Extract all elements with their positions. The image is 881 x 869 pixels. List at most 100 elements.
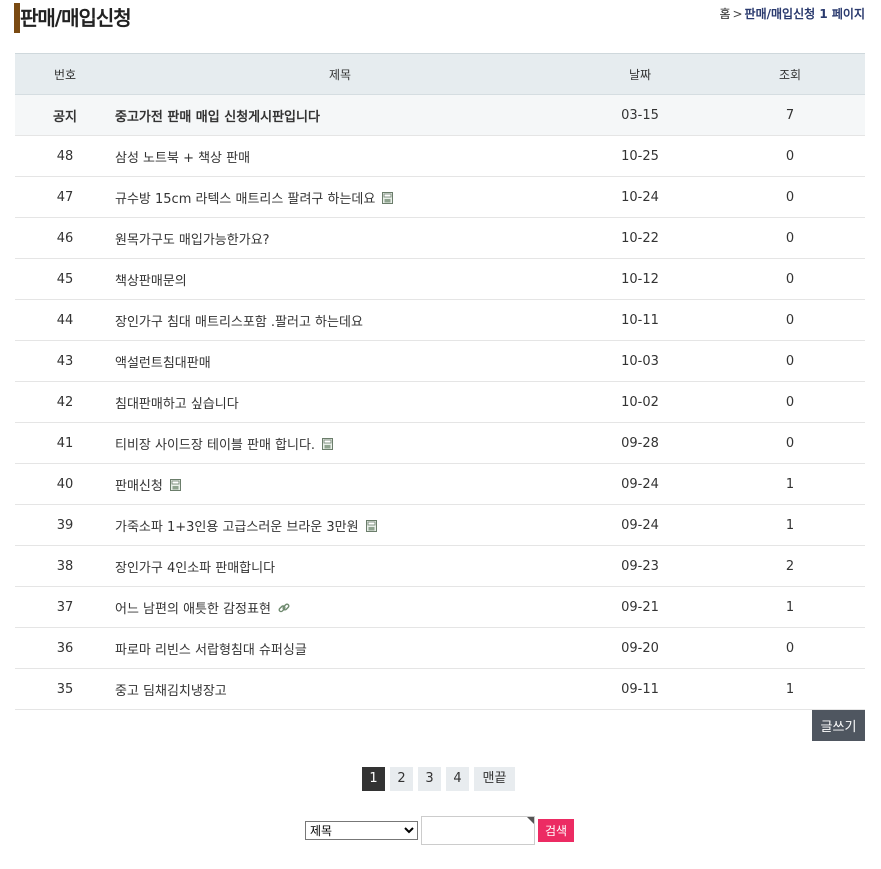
breadcrumb: 홈 > 판매/매입신청 1 페이지 xyxy=(719,5,865,22)
row-hits: 1 xyxy=(785,681,795,697)
board-table: 번호 제목 날짜 조회 공지 중고가전 판매 매입 신청게시판입니다 03-15… xyxy=(15,53,865,710)
row-num: 40 xyxy=(56,476,74,492)
row-num: 39 xyxy=(56,517,74,533)
row-subject-link[interactable]: 삼성 노트북 + 책상 판매 xyxy=(115,151,250,166)
breadcrumb-current: 판매/매입신청 1 페이지 xyxy=(744,7,865,21)
page-link-2[interactable]: 2 xyxy=(390,767,413,791)
row-num: 36 xyxy=(56,640,74,656)
row-date: 09-23 xyxy=(621,558,659,574)
row-date: 10-02 xyxy=(621,394,659,410)
notice-subject-link[interactable]: 중고가전 판매 매입 신청게시판입니다 xyxy=(115,110,320,125)
row-subject-link[interactable]: 파로마 리빈스 서랍형침대 슈퍼싱글 xyxy=(115,643,307,658)
breadcrumb-separator-icon: > xyxy=(732,7,743,21)
link-icon xyxy=(278,602,290,614)
page-link-3[interactable]: 3 xyxy=(418,767,441,791)
file-icon xyxy=(322,437,334,450)
row-date: 09-21 xyxy=(621,599,659,615)
notice-hits: 7 xyxy=(785,107,795,123)
page-header: 판매/매입신청 홈 > 판매/매입신청 1 페이지 xyxy=(14,0,865,34)
search-button[interactable]: 검색 xyxy=(538,819,574,842)
row-subject-link[interactable]: 원목가구도 매입가능한가요? xyxy=(115,233,270,248)
table-row: 41 티비장 사이드장 테이블 판매 합니다. 09-28 0 xyxy=(15,423,865,464)
page-last-link[interactable]: 맨끝 xyxy=(474,767,515,791)
row-date: 10-12 xyxy=(621,271,659,287)
table-row: 37 어느 남편의 애틋한 감정표현 09-21 1 xyxy=(15,587,865,628)
row-subject-link[interactable]: 중고 딤채김치냉장고 xyxy=(115,684,227,699)
row-date: 10-03 xyxy=(621,353,659,369)
row-subject-link[interactable]: 어느 남편의 애틋한 감정표현 xyxy=(115,602,271,617)
row-hits: 0 xyxy=(785,394,795,410)
row-subject-link[interactable]: 장인가구 침대 매트리스포함 .팔러고 하는데요 xyxy=(115,315,363,330)
table-row: 42 침대판매하고 싶습니다 10-02 0 xyxy=(15,382,865,423)
row-num: 35 xyxy=(56,681,74,697)
file-icon xyxy=(169,478,181,491)
table-row: 36 파로마 리빈스 서랍형침대 슈퍼싱글 09-20 0 xyxy=(15,628,865,669)
search-input[interactable] xyxy=(421,816,535,845)
row-date: 10-11 xyxy=(621,312,659,328)
row-date: 09-24 xyxy=(621,517,659,533)
breadcrumb-home-link[interactable]: 홈 xyxy=(719,7,730,21)
table-row: 44 장인가구 침대 매트리스포함 .팔러고 하는데요 10-11 0 xyxy=(15,300,865,341)
row-subject-link[interactable]: 규수방 15cm 라텍스 매트리스 팔려구 하는데요 xyxy=(115,192,375,207)
row-num: 46 xyxy=(56,230,74,246)
table-row: 38 장인가구 4인소파 판매합니다 09-23 2 xyxy=(15,546,865,587)
row-date: 10-24 xyxy=(621,189,659,205)
row-hits: 0 xyxy=(785,435,795,451)
row-hits: 0 xyxy=(785,271,795,287)
row-date: 10-22 xyxy=(621,230,659,246)
file-icon xyxy=(365,519,377,532)
row-num: 44 xyxy=(56,312,74,328)
header-subject: 제목 xyxy=(115,53,565,95)
row-num: 37 xyxy=(56,599,74,615)
table-row: 46 원목가구도 매입가능한가요? 10-22 0 xyxy=(15,218,865,259)
row-hits: 0 xyxy=(785,353,795,369)
row-num: 38 xyxy=(56,558,74,574)
row-subject-link[interactable]: 판매신청 xyxy=(115,479,163,494)
row-subject-link[interactable]: 침대판매하고 싶습니다 xyxy=(115,397,239,412)
page-title: 판매/매입신청 xyxy=(20,6,132,30)
file-icon xyxy=(382,191,394,204)
row-num: 47 xyxy=(56,189,74,205)
header-hits: 조회 xyxy=(715,53,865,95)
row-hits: 0 xyxy=(785,312,795,328)
row-subject-link[interactable]: 액설런트침대판매 xyxy=(115,356,211,371)
page-link-4[interactable]: 4 xyxy=(446,767,469,791)
notice-date: 03-15 xyxy=(621,107,659,123)
table-row: 47 규수방 15cm 라텍스 매트리스 팔려구 하는데요 10-24 0 xyxy=(15,177,865,218)
row-num: 43 xyxy=(56,353,74,369)
row-hits: 0 xyxy=(785,148,795,164)
row-subject-link[interactable]: 책상판매문의 xyxy=(115,274,187,289)
row-hits: 0 xyxy=(785,640,795,656)
row-hits: 0 xyxy=(785,230,795,246)
table-row: 48 삼성 노트북 + 책상 판매 10-25 0 xyxy=(15,136,865,177)
row-date: 09-28 xyxy=(621,435,659,451)
row-num: 45 xyxy=(56,271,74,287)
notice-badge: 공지 xyxy=(53,109,77,125)
row-date: 10-25 xyxy=(621,148,659,164)
row-num: 42 xyxy=(56,394,74,410)
row-hits: 1 xyxy=(785,517,795,533)
search-field-select[interactable]: 제목 xyxy=(305,821,418,840)
row-subject-link[interactable]: 가죽소파 1+3인용 고급스러운 브라운 3만원 xyxy=(115,520,359,535)
row-hits: 0 xyxy=(785,189,795,205)
row-date: 09-24 xyxy=(621,476,659,492)
row-subject-link[interactable]: 장인가구 4인소파 판매합니다 xyxy=(115,561,275,576)
table-row: 39 가죽소파 1+3인용 고급스러운 브라운 3만원 09-24 1 xyxy=(15,505,865,546)
table-row: 35 중고 딤채김치냉장고 09-11 1 xyxy=(15,669,865,710)
notice-row: 공지 중고가전 판매 매입 신청게시판입니다 03-15 7 xyxy=(15,94,865,136)
row-num: 48 xyxy=(56,148,74,164)
table-row: 45 책상판매문의 10-12 0 xyxy=(15,259,865,300)
header-num: 번호 xyxy=(15,53,115,95)
row-subject-link[interactable]: 티비장 사이드장 테이블 판매 합니다. xyxy=(115,438,315,453)
row-date: 09-20 xyxy=(621,640,659,656)
write-button[interactable]: 글쓰기 xyxy=(812,710,865,741)
row-hits: 1 xyxy=(785,476,795,492)
row-num: 41 xyxy=(56,435,74,451)
page-link-1[interactable]: 1 xyxy=(362,767,385,791)
table-row: 43 액설런트침대판매 10-03 0 xyxy=(15,341,865,382)
table-row: 40 판매신청 09-24 1 xyxy=(15,464,865,505)
row-date: 09-11 xyxy=(621,681,659,697)
header-date: 날짜 xyxy=(565,53,715,95)
input-corner-marker xyxy=(527,817,534,824)
row-hits: 1 xyxy=(785,599,795,615)
